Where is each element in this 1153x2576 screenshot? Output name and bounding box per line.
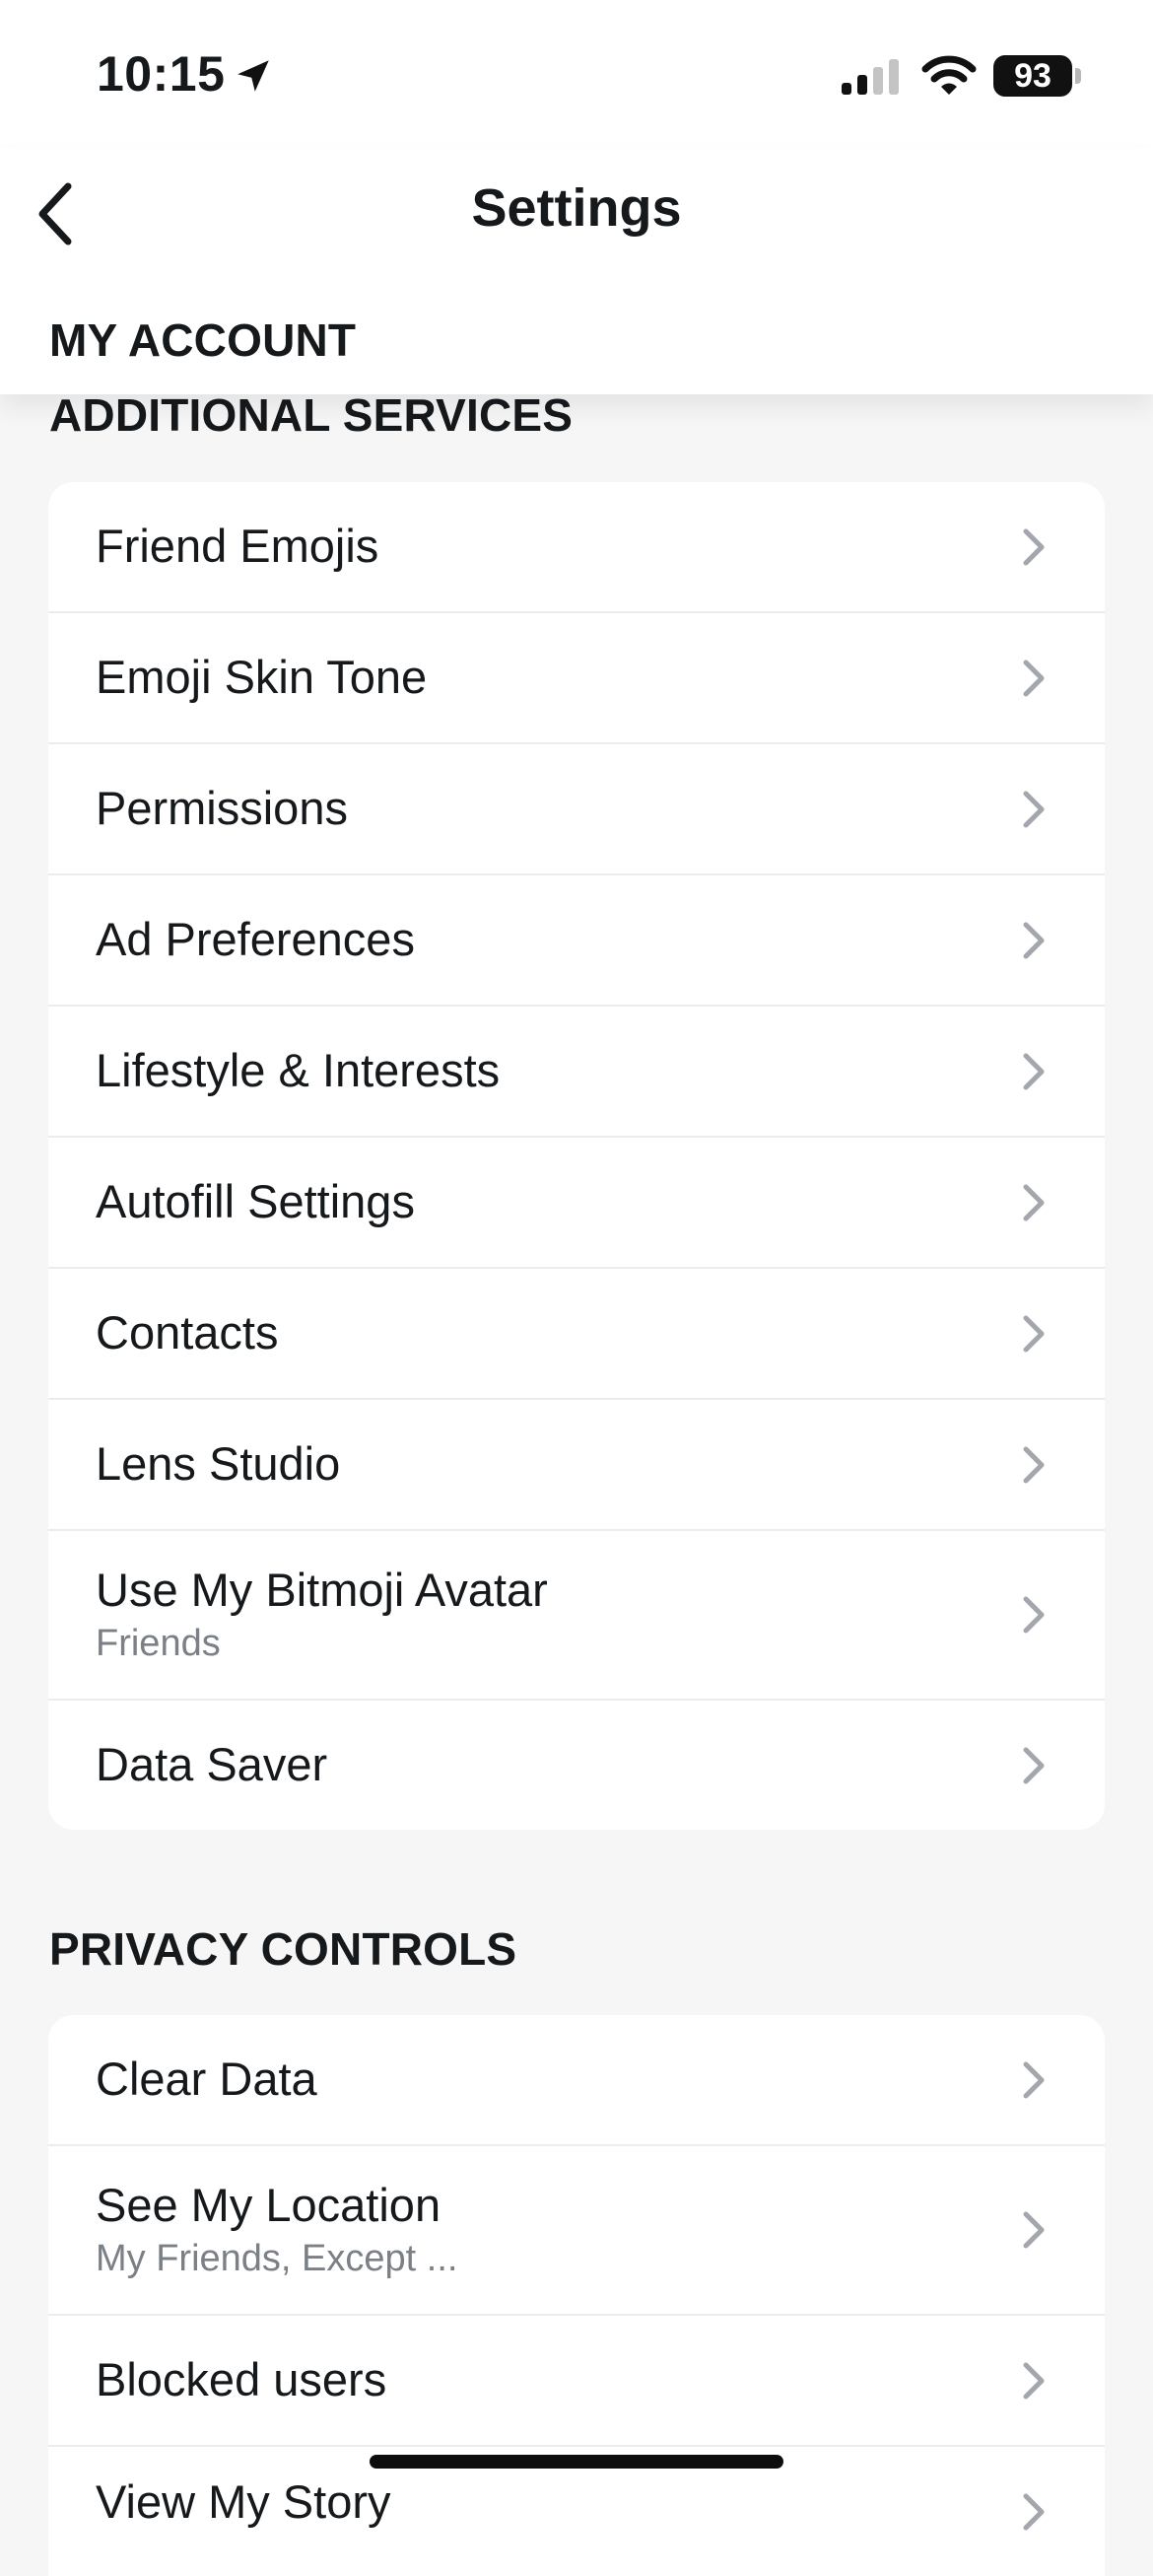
- row-label: Contacts: [96, 1306, 279, 1359]
- chevron-right-icon: [1023, 1184, 1045, 1220]
- row-label: Emoji Skin Tone: [96, 651, 428, 704]
- chevron-right-icon: [1023, 791, 1045, 827]
- row-label: Friend Emojis: [96, 520, 379, 573]
- status-bar: 10:15 93: [0, 0, 1153, 148]
- section-heading-my-account: MY ACCOUNT: [49, 314, 357, 366]
- status-time: 10:15: [97, 46, 226, 102]
- chevron-right-icon: [1023, 1315, 1045, 1352]
- chevron-right-icon: [1023, 660, 1045, 696]
- battery-icon: 93: [993, 55, 1072, 97]
- row-sublabel: My Friends, Except ...: [96, 2238, 458, 2280]
- settings-row-lens-studio[interactable]: Lens Studio: [48, 1400, 1105, 1531]
- chevron-right-icon: [1023, 528, 1045, 565]
- chevron-right-icon: [1023, 1596, 1045, 1634]
- row-label: See My Location: [96, 2179, 441, 2231]
- settings-row-permissions[interactable]: Permissions: [48, 744, 1105, 875]
- row-label: Clear Data: [96, 2053, 317, 2106]
- chevron-right-icon: [1023, 2493, 1045, 2530]
- settings-row-data-saver[interactable]: Data Saver: [48, 1701, 1105, 1830]
- settings-row-emoji-skin-tone[interactable]: Emoji Skin Tone: [48, 613, 1105, 744]
- settings-row-contacts[interactable]: Contacts: [48, 1269, 1105, 1400]
- settings-row-see-my-location[interactable]: See My Location My Friends, Except ...: [48, 2146, 1105, 2316]
- settings-row-blocked-users[interactable]: Blocked users: [48, 2316, 1105, 2447]
- chevron-right-icon: [1023, 2211, 1045, 2249]
- chevron-right-icon: [1023, 1053, 1045, 1089]
- section-heading-additional-services: ADDITIONAL SERVICES: [49, 389, 574, 441]
- home-indicator: [370, 2455, 783, 2469]
- additional-services-card: Friend Emojis Emoji Skin Tone Permission…: [48, 482, 1105, 1830]
- settings-row-ad-preferences[interactable]: Ad Preferences: [48, 875, 1105, 1007]
- battery-level: 93: [1014, 56, 1051, 95]
- row-label: Ad Preferences: [96, 913, 415, 966]
- section-heading-privacy-controls: PRIVACY CONTROLS: [49, 1923, 517, 1975]
- row-label: Use My Bitmoji Avatar: [96, 1564, 548, 1616]
- row-label: Blocked users: [96, 2353, 387, 2406]
- row-label: Autofill Settings: [96, 1175, 415, 1228]
- row-label: Lens Studio: [96, 1437, 341, 1491]
- nav-header: Settings MY ACCOUNT: [0, 148, 1153, 394]
- settings-row-clear-data[interactable]: Clear Data: [48, 2015, 1105, 2146]
- row-label: View My Story: [96, 2475, 391, 2528]
- settings-row-lifestyle-interests[interactable]: Lifestyle & Interests: [48, 1007, 1105, 1138]
- row-label: Permissions: [96, 782, 348, 835]
- row-label: Data Saver: [96, 1738, 328, 1791]
- wifi-icon: [921, 55, 977, 95]
- location-arrow-icon: [237, 60, 269, 92]
- page-title: Settings: [471, 178, 682, 238]
- settings-row-use-my-bitmoji-avatar[interactable]: Use My Bitmoji Avatar Friends: [48, 1531, 1105, 1701]
- battery-cap: [1075, 68, 1081, 84]
- chevron-right-icon: [1023, 1747, 1045, 1783]
- settings-row-autofill-settings[interactable]: Autofill Settings: [48, 1138, 1105, 1269]
- settings-row-friend-emojis[interactable]: Friend Emojis: [48, 482, 1105, 613]
- row-sublabel: Friends: [96, 1623, 221, 1665]
- chevron-right-icon: [1023, 2061, 1045, 2098]
- chevron-right-icon: [1023, 922, 1045, 958]
- chevron-right-icon: [1023, 2362, 1045, 2399]
- cellular-signal-icon: [842, 59, 899, 95]
- row-label: Lifestyle & Interests: [96, 1044, 501, 1097]
- privacy-controls-card: Clear Data See My Location My Friends, E…: [48, 2015, 1105, 2576]
- chevron-right-icon: [1023, 1446, 1045, 1483]
